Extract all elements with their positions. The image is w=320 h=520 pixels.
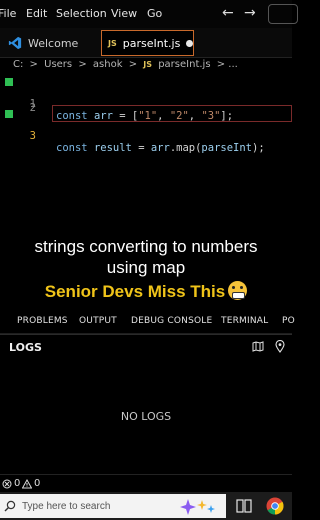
code-token: const — [56, 142, 94, 154]
breadcrumb-tail[interactable]: > ... — [217, 59, 238, 70]
code-token: parseInt — [201, 142, 252, 154]
search-highlight-sparkle-icon[interactable] — [178, 496, 218, 516]
logs-title: LOGS — [9, 341, 42, 354]
no-logs-message: NO LOGS — [120, 410, 172, 423]
error-icon — [2, 479, 12, 488]
menu-bar: File Edit Selection View Go ← → — [0, 0, 298, 28]
arrow-right-icon[interactable]: → — [244, 5, 256, 21]
warning-icon — [22, 478, 32, 488]
location-pin-icon[interactable] — [275, 340, 285, 353]
panel-divider — [0, 334, 292, 335]
search-icon — [4, 500, 16, 512]
warnings-count: 0 — [34, 478, 41, 489]
gutter-added-marker — [5, 110, 13, 118]
breadcrumb-file[interactable]: parseInt.js — [158, 59, 210, 70]
breadcrumb-part[interactable]: C: — [13, 59, 23, 70]
panel-tab-bar: PROBLEMS OUTPUT DEBUG CONSOLE TERMINAL P… — [0, 310, 295, 334]
warnings-indicator[interactable]: 0 — [22, 478, 40, 489]
current-line-highlight — [52, 105, 292, 122]
js-file-icon: JS — [108, 38, 117, 48]
code-token: = — [131, 142, 151, 154]
breadcrumb-part[interactable]: ashok — [93, 59, 123, 70]
map-icon[interactable] — [252, 341, 264, 352]
code-token: result — [93, 142, 132, 154]
tab-output[interactable]: OUTPUT — [79, 316, 117, 326]
tab-debug-console[interactable]: DEBUG CONSOLE — [131, 316, 212, 326]
code-token: arr — [150, 142, 170, 154]
video-caption: strings converting to numbers using map … — [0, 236, 292, 303]
caption-line: using map — [106, 258, 186, 277]
tab-ports[interactable]: PO — [282, 316, 295, 326]
js-file-icon: JS — [143, 60, 153, 69]
task-view-icon[interactable] — [236, 498, 252, 514]
tab-welcome[interactable]: Welcome — [0, 30, 98, 56]
code-token: ); — [252, 142, 265, 154]
line-number: 3 — [29, 130, 36, 142]
code-token: .map( — [169, 142, 202, 154]
breadcrumb: C: > Users > ashok > JS parseInt.js > ..… — [13, 59, 241, 73]
command-center-search[interactable] — [268, 4, 298, 24]
menu-go[interactable]: Go — [147, 7, 162, 20]
errors-indicator[interactable]: 0 — [2, 478, 20, 489]
menu-view[interactable]: View — [111, 7, 137, 20]
gutter-added-marker — [5, 78, 13, 86]
code-line[interactable]: 1 const arr = ["1", "2", "3"]; — [0, 74, 292, 122]
arrow-left-icon[interactable]: ← — [222, 5, 234, 21]
menu-selection[interactable]: Selection — [56, 7, 107, 20]
unsaved-dot-icon[interactable] — [186, 39, 193, 47]
status-bar: 0 0 — [0, 474, 292, 492]
chrome-icon[interactable] — [266, 497, 284, 515]
breadcrumb-separator: > — [78, 59, 87, 70]
vscode-logo-icon — [8, 36, 22, 50]
code-line[interactable]: 2 — [0, 90, 292, 114]
tab-terminal[interactable]: TERMINAL — [221, 316, 268, 326]
code-text: const result = arr.map(parseInt); — [56, 142, 265, 154]
tab-parseint-js[interactable]: JS parseInt.js — [101, 30, 194, 56]
caption-highlight: Senior Devs Miss This — [0, 281, 292, 303]
search-placeholder: Type here to search — [22, 500, 111, 512]
breadcrumb-part[interactable]: Users — [44, 59, 72, 70]
tab-label: Welcome — [28, 36, 79, 50]
caption-line: strings converting to numbers — [34, 237, 258, 256]
caption-highlight-text: Senior Devs Miss This — [44, 282, 226, 301]
tab-label: parseInt.js — [122, 36, 181, 50]
menu-edit[interactable]: Edit — [26, 7, 47, 20]
taskbar-search-box[interactable]: Type here to search — [0, 494, 226, 518]
editor-tab-bar: Welcome JS parseInt.js — [0, 28, 292, 58]
tab-problems[interactable]: PROBLEMS — [17, 316, 68, 326]
breadcrumb-separator: > — [128, 59, 138, 70]
windows-taskbar: Type here to search — [0, 492, 292, 520]
errors-count: 0 — [14, 478, 21, 489]
breadcrumb-separator: > — [29, 59, 38, 70]
menu-file[interactable]: File — [0, 7, 16, 20]
grimacing-face-icon — [228, 281, 248, 300]
